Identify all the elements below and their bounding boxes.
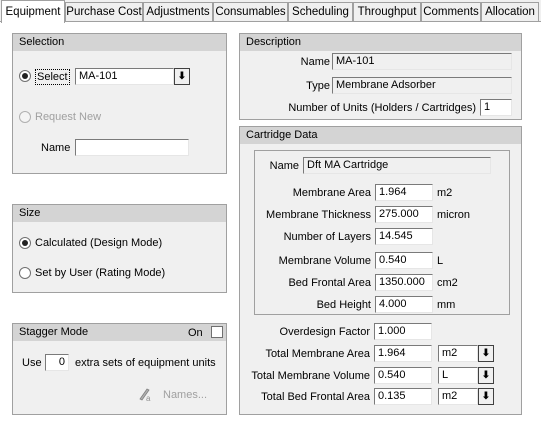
size-panel: Size Calculated (Design Mode) Set by Use…: [12, 204, 227, 293]
stagger-mode-panel: Stagger Mode On Use 0 extra sets of equi…: [12, 323, 227, 415]
svg-text:a: a: [146, 394, 151, 402]
tab-adjustments[interactable]: Adjustments: [143, 2, 213, 22]
cartridge-data-panel: Cartridge Data Name Dft MA Cartridge Mem…: [239, 126, 522, 415]
membrane-area-unit: m2: [437, 187, 453, 199]
names-button[interactable]: Names...: [163, 388, 207, 402]
membrane-thickness-unit: micron: [437, 209, 471, 221]
size-header: Size: [13, 205, 226, 222]
number-of-units-label: Number of Units (Holders / Cartridges): [288, 102, 476, 114]
select-label: Select: [35, 69, 70, 85]
total-membrane-volume-field[interactable]: 0.540: [374, 367, 432, 384]
description-name-label: Name: [300, 56, 330, 68]
total-membrane-area-unit-button[interactable]: ⬇: [478, 345, 494, 362]
cartridge-details-group: Name Dft MA Cartridge Membrane Area 1.96…: [254, 150, 510, 315]
tab-equipment[interactable]: Equipment: [1, 0, 65, 23]
selection-name-label: Name: [41, 142, 71, 154]
tab-comments[interactable]: Comments: [421, 2, 481, 22]
total-membrane-area-unit-select[interactable]: m2: [438, 345, 478, 362]
total-bed-frontal-area-field[interactable]: 0.135: [374, 388, 432, 405]
extra-sets-label: extra sets of equipment units: [75, 357, 216, 369]
description-header: Description: [240, 34, 521, 51]
bed-height-field[interactable]: 4.000: [375, 296, 433, 313]
select-equipment-dropdown[interactable]: MA-101: [75, 68, 174, 85]
selection-name-field[interactable]: [75, 139, 189, 156]
number-of-units-field[interactable]: 1: [480, 99, 512, 116]
arrow-down-icon: ⬇: [481, 348, 491, 359]
membrane-thickness-label: Membrane Thickness: [266, 209, 371, 221]
total-membrane-area-field[interactable]: 1.964: [374, 345, 432, 362]
use-label: Use: [22, 357, 42, 369]
arrow-down-icon: ⬇: [177, 71, 187, 82]
tab-strip: Equipment Purchase Cost Adjustments Cons…: [0, 0, 541, 23]
tab-consumables[interactable]: Consumables: [213, 2, 288, 22]
number-of-layers-label: Number of Layers: [283, 231, 371, 243]
tab-purchase-cost[interactable]: Purchase Cost: [65, 2, 143, 22]
membrane-volume-label: Membrane Volume: [278, 255, 371, 267]
selection-panel: Selection Select MA-101 ⬇ Request New Na…: [12, 33, 227, 174]
bed-height-unit: mm: [437, 299, 456, 311]
extra-sets-field[interactable]: 0: [45, 354, 69, 371]
description-panel: Description Name MA-101 Type Membrane Ad…: [239, 33, 522, 120]
calculated-radio[interactable]: [19, 237, 31, 249]
membrane-area-field[interactable]: 1.964: [375, 184, 433, 201]
set-by-user-label: Set by User (Rating Mode): [35, 267, 166, 279]
total-membrane-volume-unit-select[interactable]: L: [438, 367, 478, 384]
request-new-radio[interactable]: [19, 111, 31, 123]
bed-frontal-area-unit: cm2: [437, 277, 458, 289]
bed-frontal-area-field[interactable]: 1350.000: [375, 274, 433, 291]
select-dropdown-button[interactable]: ⬇: [174, 68, 190, 85]
membrane-area-label: Membrane Area: [292, 187, 371, 199]
select-radio[interactable]: [19, 70, 31, 82]
cartridge-data-header: Cartridge Data: [240, 127, 521, 144]
total-membrane-area-label: Total Membrane Area: [265, 348, 370, 360]
description-type-field[interactable]: Membrane Adsorber: [332, 77, 512, 94]
total-bed-frontal-area-label: Total Bed Frontal Area: [261, 391, 370, 403]
bed-frontal-area-label: Bed Frontal Area: [288, 277, 371, 289]
overdesign-factor-label: Overdesign Factor: [279, 326, 370, 338]
cartridge-name-field[interactable]: Dft MA Cartridge: [303, 157, 491, 174]
selection-header: Selection: [13, 34, 226, 51]
description-name-field[interactable]: MA-101: [332, 53, 512, 70]
description-type-label: Type: [306, 80, 330, 92]
bed-height-label: Bed Height: [316, 299, 371, 311]
total-bed-frontal-area-unit-select[interactable]: m2: [438, 388, 478, 405]
total-membrane-volume-label: Total Membrane Volume: [251, 370, 370, 382]
overdesign-factor-field[interactable]: 1.000: [374, 323, 432, 340]
membrane-volume-field[interactable]: 0.540: [375, 252, 433, 269]
arrow-down-icon: ⬇: [481, 370, 491, 381]
calculated-label: Calculated (Design Mode): [35, 237, 163, 249]
set-by-user-radio[interactable]: [19, 267, 31, 279]
total-bed-frontal-area-unit-button[interactable]: ⬇: [478, 388, 494, 405]
names-icon: a: [137, 386, 153, 403]
tab-throughput[interactable]: Throughput: [353, 2, 421, 22]
tab-scheduling[interactable]: Scheduling: [288, 2, 353, 22]
membrane-volume-unit: L: [437, 255, 444, 267]
tab-allocation[interactable]: Allocation: [481, 2, 539, 22]
cartridge-name-label: Name: [269, 160, 299, 172]
stagger-on-checkbox[interactable]: [211, 326, 223, 338]
stagger-on-label: On: [188, 327, 203, 339]
membrane-thickness-field[interactable]: 275.000: [375, 206, 433, 223]
arrow-down-icon: ⬇: [481, 391, 491, 402]
request-new-label: Request New: [35, 111, 102, 123]
total-membrane-volume-unit-button[interactable]: ⬇: [478, 367, 494, 384]
number-of-layers-field[interactable]: 14.545: [375, 228, 433, 245]
